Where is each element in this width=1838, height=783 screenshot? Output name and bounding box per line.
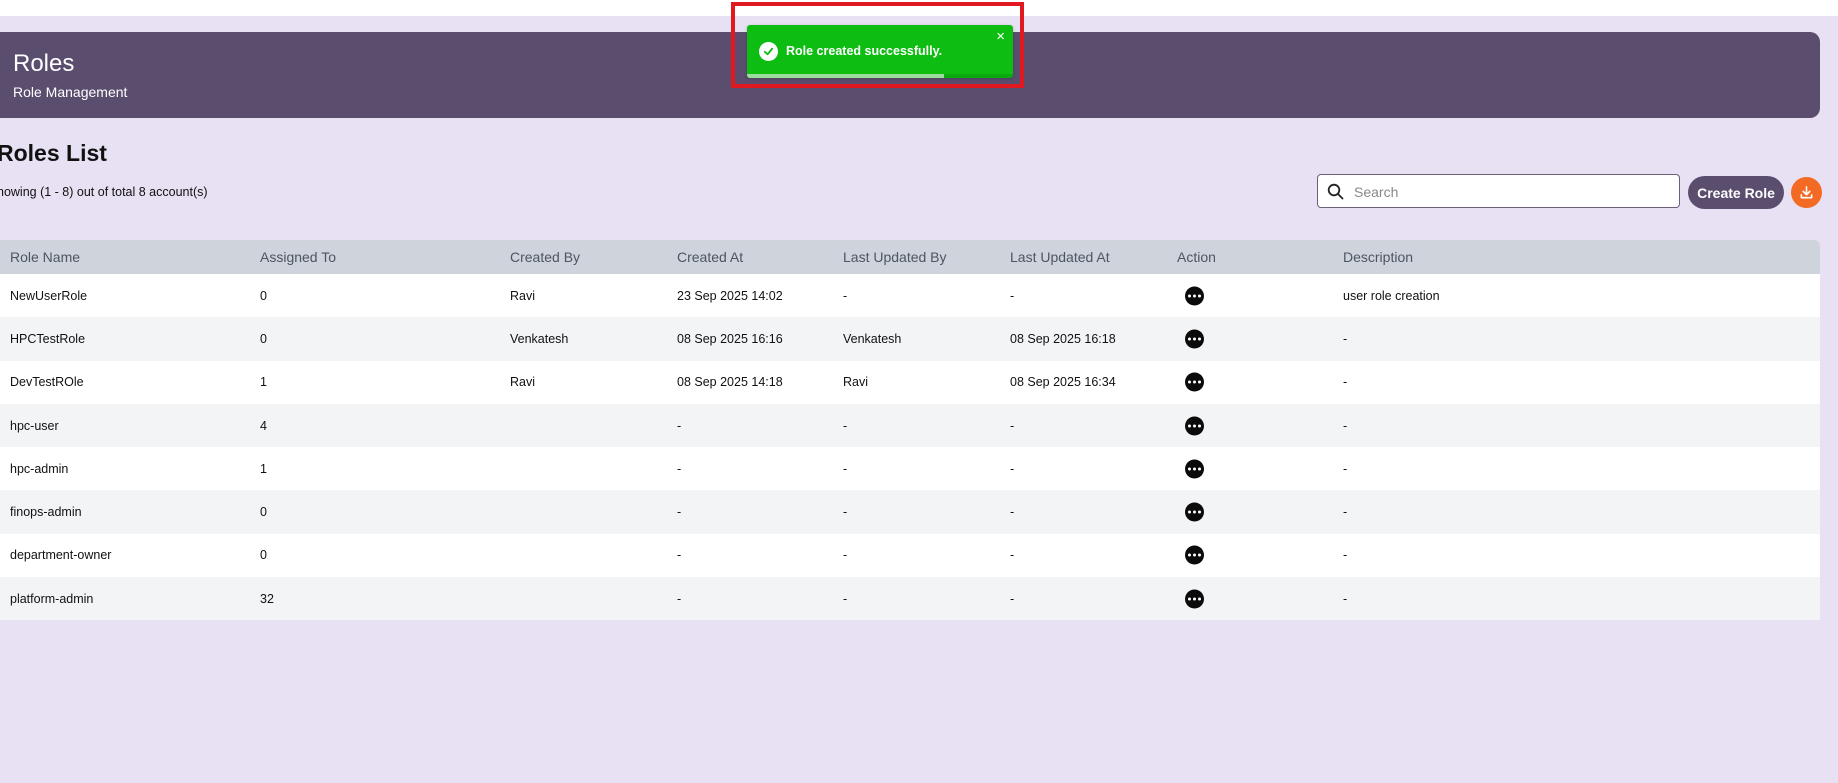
last-updated-by-cell: Venkatesh [843, 331, 902, 346]
created-by-cell: Ravi [510, 288, 536, 303]
table-row: hpc-admin 1 - - - - [0, 447, 1820, 491]
table-row: NewUserRole 0 Ravi 23 Sep 2025 14:02 - - user … [0, 274, 1820, 318]
description-cell: - [1343, 418, 1348, 433]
search-icon [1327, 183, 1344, 205]
more-options-icon[interactable] [1185, 372, 1204, 392]
last-updated-at-cell: - [1010, 505, 1015, 520]
download-button[interactable] [1791, 177, 1822, 208]
table-header: Role Name Assigned To Created By Created… [0, 240, 1820, 274]
assigned-to-cell: 0 [260, 548, 267, 563]
table-row: finops-admin 0 - - - - [0, 490, 1820, 534]
more-options-icon[interactable] [1185, 286, 1204, 306]
download-icon [1800, 186, 1813, 199]
more-options-icon[interactable] [1185, 416, 1204, 436]
toast-message: Role created successfully. [786, 44, 943, 58]
created-at-cell: - [677, 461, 682, 476]
search-field[interactable] [1317, 174, 1680, 209]
list-title: Roles List [0, 140, 107, 166]
role-name-cell: HPCTestRole [10, 331, 86, 346]
col-header-created-by: Created By [510, 249, 581, 265]
role-name-cell: hpc-user [10, 418, 59, 433]
created-at-cell: 23 Sep 2025 14:02 [677, 288, 783, 303]
col-header-created-at: Created At [677, 249, 744, 265]
more-options-icon[interactable] [1185, 459, 1204, 479]
last-updated-at-cell: - [1010, 548, 1015, 563]
toast-progress-bar [747, 74, 944, 78]
created-at-cell: - [677, 505, 682, 520]
last-updated-by-cell: - [843, 461, 848, 476]
created-at-cell: 08 Sep 2025 16:16 [677, 331, 783, 346]
assigned-to-cell: 32 [260, 591, 274, 606]
more-options-icon[interactable] [1185, 502, 1204, 522]
assigned-to-cell: 0 [260, 505, 267, 520]
toast-close-icon[interactable]: × [996, 29, 1005, 45]
col-header-last-updated-by: Last Updated By [843, 249, 947, 265]
description-cell: user role creation [1343, 288, 1440, 303]
col-header-last-updated-at: Last Updated At [1010, 249, 1110, 265]
description-cell: - [1343, 331, 1348, 346]
role-name-cell: platform-admin [10, 591, 94, 606]
table-body: NewUserRole 0 Ravi 23 Sep 2025 14:02 - - user … [0, 274, 1820, 621]
last-updated-at-cell: 08 Sep 2025 16:18 [1010, 331, 1116, 346]
description-cell: - [1343, 461, 1348, 476]
table-row: department-owner 0 - - - - [0, 533, 1820, 578]
description-cell: - [1343, 591, 1348, 606]
last-updated-at-cell: - [1010, 591, 1015, 606]
role-name-cell: hpc-admin [10, 461, 69, 476]
created-by-cell: Ravi [510, 375, 536, 390]
more-options-icon[interactable] [1185, 329, 1204, 349]
col-header-assigned-to: Assigned To [260, 249, 337, 265]
more-options-icon[interactable] [1185, 589, 1204, 609]
last-updated-at-cell: - [1010, 418, 1015, 433]
created-at-cell: - [677, 591, 682, 606]
created-at-cell: 08 Sep 2025 14:18 [677, 375, 783, 390]
assigned-to-cell: 4 [260, 418, 267, 433]
created-at-cell: - [677, 418, 682, 433]
role-name-cell: NewUserRole [10, 288, 88, 303]
assigned-to-cell: 1 [260, 461, 267, 476]
page-title: Roles [13, 50, 75, 77]
table-row: DevTestROle 1 Ravi 08 Sep 2025 14:18 Ravi 08 … [0, 360, 1820, 404]
role-name-cell: department-owner [10, 548, 112, 563]
list-count-text: howing (1 - 8) out of total 8 account(s) [0, 185, 208, 199]
last-updated-by-cell: - [843, 505, 848, 520]
role-name-cell: finops-admin [10, 505, 82, 520]
role-name-cell: DevTestROle [10, 375, 84, 390]
last-updated-at-cell: 08 Sep 2025 16:34 [1010, 375, 1116, 390]
table-row: hpc-user 4 - - - - [0, 403, 1820, 448]
last-updated-at-cell: - [1010, 288, 1015, 303]
search-input[interactable] [1352, 175, 1676, 209]
table-row: HPCTestRole 0 Venkatesh 08 Sep 2025 16:16 Ve… [0, 317, 1820, 361]
create-role-button[interactable]: Create Role [1688, 176, 1784, 209]
more-options-icon[interactable] [1185, 545, 1204, 565]
assigned-to-cell: 1 [260, 375, 267, 390]
last-updated-by-cell: - [843, 591, 848, 606]
assigned-to-cell: 0 [260, 331, 267, 346]
check-circle-icon [759, 42, 778, 61]
last-updated-by-cell: - [843, 548, 848, 563]
assigned-to-cell: 0 [260, 288, 267, 303]
description-cell: - [1343, 505, 1348, 520]
description-cell: - [1343, 548, 1348, 563]
roles-table: Role Name Assigned To Created By Created… [0, 240, 1820, 621]
last-updated-by-cell: Ravi [843, 375, 869, 390]
col-header-description: Description [1343, 249, 1414, 265]
description-cell: - [1343, 375, 1348, 390]
page-subtitle: Role Management [13, 84, 128, 100]
created-at-cell: - [677, 548, 682, 563]
last-updated-at-cell: - [1010, 461, 1015, 476]
last-updated-by-cell: - [843, 418, 848, 433]
col-header-role-name: Role Name [10, 249, 81, 265]
created-by-cell: Venkatesh [510, 331, 569, 346]
last-updated-by-cell: - [843, 288, 848, 303]
success-toast: Role created successfully. × [747, 25, 1013, 78]
col-header-action: Action [1177, 249, 1216, 265]
table-row: platform-admin 32 - - - - [0, 577, 1820, 621]
toast-progress-track [747, 74, 1013, 78]
